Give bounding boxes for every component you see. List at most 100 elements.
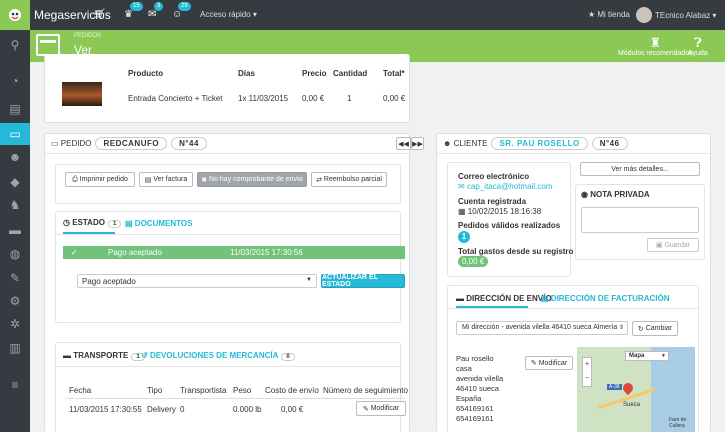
- customers-icon[interactable]: ☻: [8, 150, 22, 164]
- order-number: N°44: [171, 137, 207, 150]
- file-icon: ▤: [541, 294, 549, 303]
- breadcrumb[interactable]: PEDIDOS: [74, 33, 101, 39]
- save-note-button[interactable]: ▣ Guardar: [647, 238, 699, 252]
- address-select[interactable]: Mi dirección - avenida vilella 46410 sue…: [456, 321, 628, 335]
- valid-orders-label: Pedidos válidos realizados: [458, 221, 561, 230]
- order-panel: ▭ PEDIDO REDCANUFO N°44 ◀◀ ▶▶ ⎙ Imprimir…: [44, 133, 424, 432]
- administration-icon[interactable]: ✲: [8, 317, 22, 331]
- credit-card-icon: ▭: [51, 139, 59, 148]
- undo-icon: ↺: [141, 351, 148, 360]
- price-rules-icon[interactable]: ◆: [8, 175, 22, 189]
- customer-number: N°46: [591, 137, 628, 150]
- view-invoice-button[interactable]: ▤ Ver factura: [139, 172, 193, 187]
- customer-email[interactable]: ✉ cap_itaca@hotmail.com: [458, 182, 552, 191]
- truck-icon: ▬: [63, 351, 71, 360]
- orders-icon[interactable]: ▭: [8, 127, 22, 141]
- chevron-down-icon: ▼: [661, 353, 666, 359]
- partial-refund-button[interactable]: ⇄ Reembolso parcial: [311, 172, 387, 187]
- search-icon[interactable]: ⚲: [8, 38, 22, 52]
- user-icon: ☻: [443, 139, 452, 148]
- dashboard-icon[interactable]: ◔: [8, 74, 22, 88]
- order-reference: REDCANUFO: [95, 137, 168, 150]
- zoom-out-icon: −: [584, 375, 590, 382]
- cart-icon[interactable]: 🛒︎: [93, 9, 106, 20]
- my-shop-link[interactable]: ★ Mi tienda: [588, 10, 630, 19]
- advanced-settings-icon[interactable]: ⚙: [8, 294, 22, 308]
- preferences-icon[interactable]: ✎: [8, 271, 22, 285]
- ship-cost: 0,00 €: [281, 405, 304, 414]
- recommended-modules-button[interactable]: ♜ Módulos recomendados: [618, 36, 693, 58]
- modules-icon[interactable]: ♞: [8, 198, 22, 212]
- mail-icon[interactable]: ✉ 3: [148, 2, 164, 20]
- col-transportista: Transportista: [180, 386, 227, 395]
- quick-access-menu[interactable]: Acceso rápido ▾: [200, 10, 257, 19]
- shipping-icon[interactable]: ▬: [8, 223, 22, 237]
- product-name[interactable]: Entrada Concierto + Ticket: [128, 94, 223, 103]
- status-select[interactable]: Pago aceptado ▼: [77, 274, 317, 288]
- no-delivery-slip-button[interactable]: ✖ No hay comprobante de envío: [197, 172, 307, 187]
- catalog-icon[interactable]: ▤: [8, 102, 22, 116]
- help-button[interactable]: ❓︎ Ayuda: [688, 35, 708, 58]
- prev-order-button[interactable]: ◀◀: [396, 137, 411, 150]
- user-name: TEcnico Alabaz ▾: [655, 10, 717, 20]
- total-spent-badge: 0,00 €: [458, 256, 489, 267]
- next-order-button[interactable]: ▶▶: [411, 137, 424, 150]
- tab-documents[interactable]: ▤ DOCUMENTOS: [125, 219, 192, 228]
- product-price: 0,00 €: [302, 94, 325, 103]
- help-icon: ❓︎: [693, 35, 702, 50]
- user-icon[interactable]: ☺ 29: [172, 2, 191, 20]
- eye-slash-icon: ◉: [581, 190, 588, 199]
- order-panel-title: ▭ PEDIDO REDCANUFO N°44: [45, 134, 409, 154]
- map-place-label: Faro de Cullera: [669, 417, 687, 429]
- ship-date: 11/03/2015 17:30:55: [69, 405, 142, 414]
- close-icon: ✖: [201, 176, 208, 184]
- products-panel: Producto Días Precio Cantidad Total* Ent…: [44, 54, 410, 123]
- menu-collapse-icon[interactable]: ≡: [8, 378, 22, 392]
- map-type-select[interactable]: Mapa ▼: [625, 351, 669, 361]
- product-image[interactable]: [62, 82, 102, 106]
- backward-icon: ◀◀: [398, 140, 409, 148]
- check-icon: ✓: [71, 248, 78, 257]
- address-map[interactable]: A-38 Sueca Faro de Cullera + − Mapa ▼: [577, 347, 695, 432]
- change-address-button[interactable]: ↻ Cambiar: [632, 321, 678, 336]
- tab-shipping-address[interactable]: ▬ DIRECCIÓN DE ENVÍO: [456, 294, 552, 303]
- more-details-button[interactable]: Ver más detalles...: [580, 162, 700, 176]
- col-peso: Peso: [233, 386, 252, 395]
- tab-status[interactable]: ◷ ESTADO 1: [63, 218, 122, 228]
- status-history-row: ✓ Pago aceptado 11/03/2015 17:30:56: [63, 246, 405, 259]
- modify-address-button[interactable]: ✎ Modificar: [525, 356, 573, 370]
- private-note-textarea[interactable]: [581, 207, 699, 233]
- tab-billing-address[interactable]: ▤ DIRECCIÓN DE FACTURACIÓN: [541, 294, 669, 303]
- col-total: Total*: [383, 69, 405, 78]
- messages-badge: 3: [154, 2, 164, 11]
- col-cantidad: Cantidad: [333, 69, 368, 78]
- tab-returns[interactable]: ↺ DEVOLUCIONES DE MERCANCÍA 0: [141, 351, 295, 361]
- trophy-icon[interactable]: ♛ 15: [124, 2, 143, 20]
- localization-icon[interactable]: ◍: [8, 247, 22, 261]
- print-icon: ⎙: [72, 175, 78, 183]
- email-label: Correo electrónico: [458, 172, 530, 181]
- tab-transport[interactable]: ▬ TRANSPORTE 1: [63, 351, 145, 361]
- registered-label: Cuenta registrada: [458, 197, 527, 206]
- customers-badge: 29: [178, 2, 191, 11]
- address-block: Pau rosello casa avenida vilella 46410 s…: [456, 354, 504, 423]
- customer-name[interactable]: SR. PAU ROSELLO: [491, 137, 588, 150]
- prestashop-logo[interactable]: [0, 0, 30, 30]
- col-seguimiento: Número de seguimiento: [323, 386, 408, 395]
- map-pin-icon[interactable]: [620, 380, 636, 396]
- ship-weight: 0.000 lb: [233, 405, 262, 414]
- print-order-button[interactable]: ⎙ Imprimir pedido: [65, 172, 135, 187]
- sidebar: ⚲ ◔ ▤ ▭ ☻ ◆ ♞ ▬ ◍ ✎ ⚙ ✲ ▥ ≡: [0, 30, 30, 432]
- stats-icon[interactable]: ▥: [8, 341, 22, 355]
- col-precio: Precio: [302, 69, 327, 78]
- map-road-label: A-38: [607, 384, 622, 390]
- customer-panel: ☻ CLIENTE SR. PAU ROSELLO N°46 Correo el…: [436, 133, 711, 432]
- forward-icon: ▶▶: [412, 140, 423, 148]
- user-menu[interactable]: TEcnico Alabaz ▾: [636, 7, 716, 23]
- status-date: 11/03/2015 17:30:56: [230, 248, 303, 257]
- modify-shipping-button[interactable]: ✎ Modificar: [356, 401, 406, 416]
- update-status-button[interactable]: ACTUALIZAR EL ESTADO: [321, 274, 405, 288]
- orders-header-icon: [36, 34, 60, 56]
- map-zoom-control[interactable]: + −: [582, 357, 592, 387]
- ship-type: Delivery: [147, 405, 176, 414]
